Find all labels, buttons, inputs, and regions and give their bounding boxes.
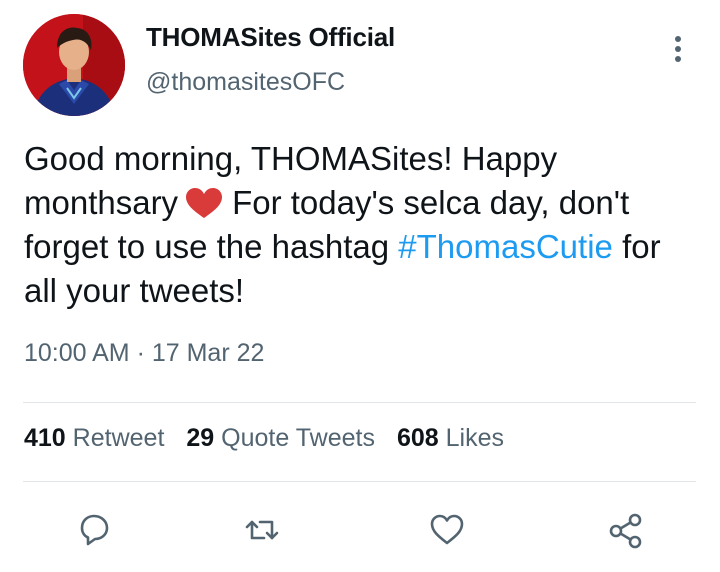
share-button[interactable] <box>604 508 648 552</box>
tweet-header: THOMASites Official @thomasitesOFC <box>0 0 720 120</box>
tweet-text: Good morning, THOMASites! Happy monthsar… <box>24 137 684 313</box>
speech-bubble-icon <box>80 514 109 546</box>
heart-outline-icon <box>430 514 464 545</box>
more-dot <box>675 36 681 42</box>
quote-tweets-stat[interactable]: 29 Quote Tweets <box>186 424 375 453</box>
likes-stat[interactable]: 608 Likes <box>397 424 504 453</box>
tweet-actions-bar <box>0 500 720 560</box>
likes-label: Likes <box>445 424 504 452</box>
more-dot <box>675 56 681 62</box>
likes-count: 608 <box>396 424 439 452</box>
avatar[interactable] <box>23 14 125 116</box>
retweets-label: Retweet <box>72 424 165 452</box>
more-dot <box>675 46 681 52</box>
quotes-count: 29 <box>186 424 215 452</box>
hashtag-link[interactable]: #ThomasCutie <box>398 228 613 265</box>
more-options-icon[interactable] <box>664 28 692 68</box>
reply-button[interactable] <box>72 508 116 552</box>
quotes-label: Quote Tweets <box>221 424 375 452</box>
display-name[interactable]: THOMASites Official <box>146 22 395 53</box>
retweet-arrows-icon <box>245 520 279 540</box>
tweet-timestamp[interactable]: 10:00 AM · 17 Mar 22 <box>24 339 264 368</box>
retweets-count: 410 <box>24 424 66 452</box>
engagement-stats: 410 Retweet 29 Quote Tweets 608 Likes <box>24 424 526 453</box>
avatar-photo <box>23 14 125 116</box>
retweets-stat[interactable]: 410 Retweet <box>24 424 164 453</box>
divider <box>23 481 696 482</box>
account-handle[interactable]: @thomasitesOFC <box>146 68 345 97</box>
red-heart-emoji-icon <box>186 188 223 218</box>
retweet-button[interactable] <box>240 508 284 552</box>
like-button[interactable] <box>425 508 469 552</box>
divider <box>23 402 696 403</box>
share-nodes-icon <box>609 513 642 549</box>
